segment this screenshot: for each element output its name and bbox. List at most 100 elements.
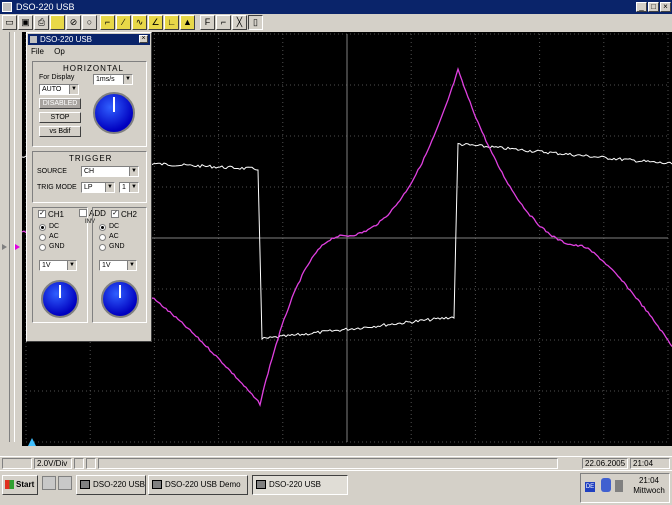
ch1-volts-knob[interactable] — [41, 280, 79, 318]
left-gutter — [0, 32, 22, 446]
start-label: Start — [16, 480, 35, 489]
ch2-volts-select[interactable]: 1V ▼ — [99, 260, 137, 271]
close-button[interactable]: × — [660, 2, 671, 12]
task-app-icon — [152, 480, 162, 489]
task-label-1: DSO-220 USB — [93, 480, 146, 489]
display-mode-select[interactable]: AUTO ▼ — [39, 84, 79, 95]
source-label: SOURCE — [37, 168, 67, 175]
chevron-down-icon: ▼ — [123, 75, 132, 84]
math-icon[interactable]: F — [200, 15, 215, 30]
trigger-mode-select[interactable]: LP ▼ — [81, 182, 115, 193]
chevron-down-icon: ▼ — [129, 183, 138, 192]
task-label-2: DSO-220 USB Demo — [165, 480, 241, 489]
knob-pointer — [113, 97, 115, 113]
display-mode-value: AUTO — [42, 86, 62, 93]
ch2-gnd-radio[interactable] — [99, 244, 106, 251]
panel-menu: File Op — [31, 47, 73, 56]
freq-icon[interactable]: ▲ — [180, 15, 195, 30]
horizontal-title: HORIZONTAL — [63, 64, 124, 73]
trigger-title: TRIGGER — [69, 154, 113, 163]
panel-close-button[interactable]: × — [139, 35, 148, 43]
horizontal-group: HORIZONTAL For Display AUTO ▼ 1ms/s ▼ DI… — [32, 61, 147, 147]
channel-icon[interactable]: ╳ — [232, 15, 247, 30]
for-display-label: For Display — [39, 74, 75, 81]
control-panel: DSO-220 USB × File Op HORIZONTAL For Dis… — [26, 32, 152, 342]
task-button-1[interactable]: DSO-220 USB — [76, 475, 146, 495]
quicklaunch-icon-1[interactable] — [42, 476, 56, 490]
chevron-down-icon: ▼ — [105, 183, 114, 192]
vs-button[interactable]: vs Bdif — [39, 126, 81, 137]
panel-title-bar: DSO-220 USB × — [28, 34, 150, 45]
ch2-dc-radio[interactable] — [99, 224, 106, 231]
volume-icon[interactable] — [615, 480, 623, 492]
menu-file[interactable]: File — [31, 47, 44, 56]
timebase-select[interactable]: 1ms/s ▼ — [93, 74, 133, 85]
task-button-3[interactable]: DSO-220 USB — [252, 475, 348, 495]
ch1-dc-radio[interactable] — [39, 224, 46, 231]
start-button[interactable]: Start — [2, 475, 38, 495]
offset-slider[interactable] — [9, 32, 15, 442]
add-checkbox[interactable] — [79, 209, 87, 217]
ch1-gnd-radio[interactable] — [39, 244, 46, 251]
ch1-volts-select[interactable]: 1V ▼ — [39, 260, 77, 271]
print-icon[interactable]: ⎙ — [34, 15, 49, 30]
window-title: DSO-220 USB — [16, 2, 75, 12]
ch1-offset-marker[interactable] — [2, 244, 7, 250]
ch2-checkbox[interactable]: ✓ — [111, 210, 119, 218]
ch2-ac-label: AC — [109, 233, 119, 240]
ch1-label: CH1 — [48, 210, 65, 219]
maximize-button[interactable]: □ — [648, 2, 659, 12]
network-icon[interactable] — [601, 478, 611, 492]
stop-icon[interactable]: ⊘ — [66, 15, 81, 30]
trigger-source-select[interactable]: CH ▼ — [81, 166, 139, 177]
trig-mode-label: TRIG MODE — [37, 184, 77, 191]
info-icon[interactable]: ▯ — [248, 15, 263, 30]
trigger-mode-value: LP — [84, 184, 93, 191]
trigger-edge-value: 1 — [122, 184, 126, 191]
ch2-ac-radio[interactable] — [99, 234, 106, 241]
trigger-source-value: CH — [84, 168, 95, 175]
ch1-gnd-label: GND — [49, 243, 65, 250]
task-app-icon — [80, 480, 90, 489]
toolbar: ▭ ▣ ⎙ ⊘ ○ ⌐ ∕ ∿ ∠ ∟ ▲ F ⌐ ╳ ▯ — [0, 14, 672, 33]
slope-both-icon[interactable]: ∿ — [132, 15, 147, 30]
minimize-button[interactable]: _ — [636, 2, 647, 12]
open-icon[interactable]: ▭ — [2, 15, 17, 30]
slope-rise-icon[interactable]: ⌐ — [100, 15, 115, 30]
trigger-icon[interactable]: ⌐ — [216, 15, 231, 30]
ch1-checkbox[interactable]: ✓ — [38, 210, 46, 218]
menu-op[interactable]: Op — [54, 47, 65, 56]
language-icon[interactable]: DE — [585, 482, 595, 492]
status-field-2 — [74, 458, 84, 469]
ch1-group: ✓ CH1 DC AC GND 1V ▼ — [32, 207, 88, 323]
ch1-ac-label: AC — [49, 233, 59, 240]
panel-app-icon — [30, 36, 37, 43]
ch2-offset-marker[interactable] — [15, 244, 20, 250]
timebase-knob[interactable] — [93, 92, 135, 134]
ch2-volts-value: 1V — [102, 262, 111, 269]
folder-icon[interactable] — [50, 15, 65, 30]
status-field-3 — [86, 458, 96, 469]
ch2-volts-knob[interactable] — [101, 280, 139, 318]
ch2-dc-label: DC — [109, 223, 120, 230]
trigger-group: TRIGGER SOURCE CH ▼ TRIG MODE LP ▼ 1 ▼ — [32, 151, 147, 203]
marker-icon[interactable]: ∠ — [148, 15, 163, 30]
taskbar: Start DSO-220 USB DSO-220 USB Demo DSO-2… — [0, 470, 672, 505]
task-label-3: DSO-220 USB — [269, 480, 322, 489]
ch2-gnd-label: GND — [109, 243, 125, 250]
tray-clock[interactable]: 21:04 Mittwoch — [629, 476, 669, 496]
save-icon[interactable]: ▣ — [18, 15, 33, 30]
ch1-ac-radio[interactable] — [39, 234, 46, 241]
task-button-2[interactable]: DSO-220 USB Demo — [148, 475, 248, 495]
windows-logo-icon — [5, 480, 14, 489]
ch1-dc-label: DC — [49, 223, 60, 230]
quicklaunch-icon-2[interactable] — [58, 476, 72, 490]
stop-button[interactable]: STOP — [39, 112, 81, 123]
cursor-icon[interactable]: ∟ — [164, 15, 179, 30]
trigger-edge-select[interactable]: 1 ▼ — [119, 182, 139, 193]
task-app-icon — [256, 480, 266, 489]
disabled-button[interactable]: DISABLED — [39, 98, 81, 109]
zoom-icon[interactable]: ○ — [82, 15, 97, 30]
ch2-label: CH2 — [121, 210, 138, 219]
slope-fall-icon[interactable]: ∕ — [116, 15, 131, 30]
